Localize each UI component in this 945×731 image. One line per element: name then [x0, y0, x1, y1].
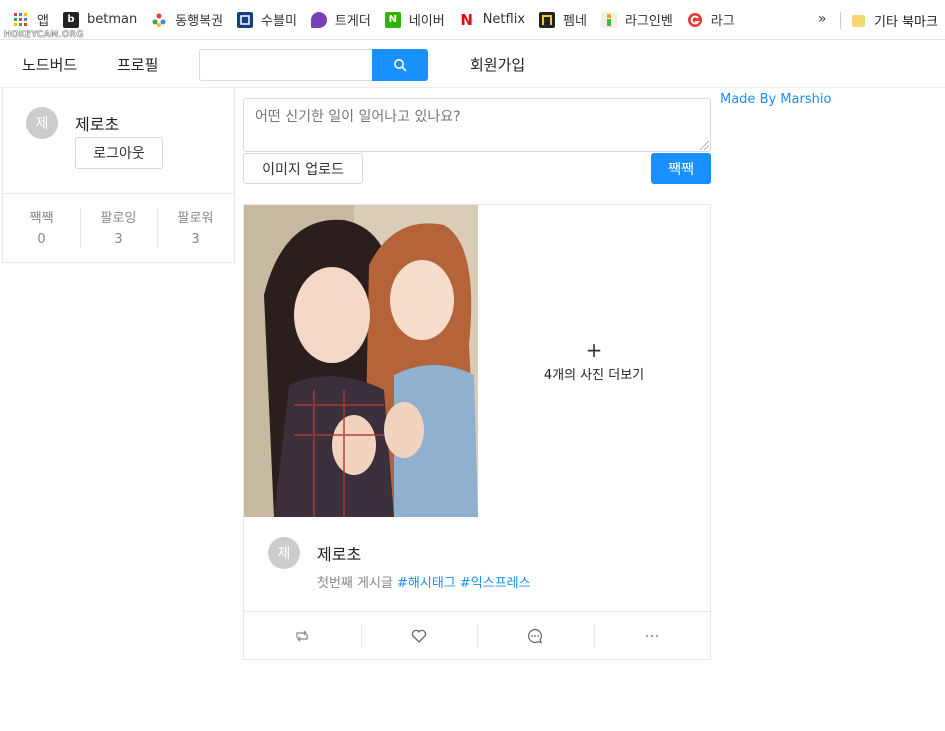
bookmark-label: 수블미 — [261, 14, 297, 29]
post-submit-button[interactable]: 짹짹 — [651, 153, 711, 184]
apps-grid-icon — [13, 12, 29, 28]
like-button[interactable] — [360, 612, 478, 659]
logout-button[interactable]: 로그아웃 — [75, 137, 163, 169]
avatar: 제 — [26, 107, 58, 139]
folder-icon — [852, 14, 865, 27]
image-upload-button[interactable]: 이미지 업로드 — [243, 153, 363, 184]
heart-icon — [411, 629, 426, 643]
post-author: 제로초 — [317, 545, 362, 564]
fmkorea-icon — [539, 11, 556, 28]
stat-label: 짹짹 — [29, 211, 54, 226]
hashtag-link[interactable]: #익스프레스 — [460, 576, 531, 591]
post-text: 첫번째 게시글 — [317, 576, 398, 591]
bookmark-ragnarok[interactable]: 라그 — [687, 10, 735, 29]
netflix-icon: N — [460, 10, 473, 29]
betman-icon: b — [62, 11, 79, 28]
post-actions — [244, 611, 710, 659]
bookmark-naver[interactable]: N 네이버 — [384, 10, 445, 29]
watermark: HOKEYCAM.ORG — [4, 30, 84, 40]
bookmark-twitch[interactable]: 트게더 — [310, 10, 371, 29]
other-bookmarks-label: 기타 북마크 — [874, 15, 938, 30]
bookmarks-overflow-button[interactable]: » — [818, 11, 827, 27]
stat-posts[interactable]: 짹짹 0 — [3, 194, 80, 263]
stat-label: 팔로잉 — [100, 211, 137, 226]
search-icon — [394, 59, 407, 72]
profile-card: 제 제로초 로그아웃 짹짹 0 팔로잉 3 팔로워 3 — [2, 88, 235, 263]
more-options-button[interactable] — [593, 612, 711, 659]
textarea-resize-handle[interactable] — [700, 141, 709, 150]
nav-signup-link[interactable]: 회원가입 — [470, 54, 525, 75]
more-photos-label: 4개의 사진 더보기 — [543, 367, 645, 383]
other-bookmarks[interactable]: 기타 북마크 — [852, 11, 938, 30]
bookmark-betman[interactable]: b betman — [62, 11, 138, 28]
search-button[interactable] — [372, 49, 428, 81]
stat-value: 0 — [37, 232, 46, 247]
twitch-icon — [310, 11, 327, 28]
bookmarks-divider — [840, 12, 841, 29]
retweet-icon — [296, 630, 308, 641]
lottery-icon — [151, 12, 167, 28]
naver-icon: N — [384, 11, 401, 28]
bookmark-sublime[interactable]: 수블미 — [237, 10, 297, 29]
bookmarks-bar: 앱 b betman 동행복권 수블미 트게더 N 네이버 N Netflix … — [0, 0, 945, 40]
bookmark-apps[interactable]: 앱 — [13, 10, 49, 29]
bookmark-label: 트게더 — [334, 14, 371, 29]
top-nav: 노드버드 프로필 회원가입 — [0, 40, 945, 88]
bookmark-label: Netflix — [482, 12, 526, 27]
avatar[interactable]: 제 — [268, 537, 300, 569]
comment-button[interactable] — [477, 612, 594, 659]
bookmark-label: 라그인벤 — [624, 14, 673, 29]
stat-value: 3 — [191, 232, 200, 247]
bookmark-label: 펨네 — [563, 14, 587, 29]
post-photo[interactable] — [244, 205, 478, 517]
bookmark-fmkorea[interactable]: 펨네 — [539, 10, 587, 29]
stat-value: 3 — [114, 232, 123, 247]
sublime-icon — [237, 11, 254, 28]
bookmark-label: 네이버 — [408, 14, 445, 29]
bookmark-label: 동행복권 — [175, 14, 224, 29]
bookmark-label: 라그 — [710, 14, 735, 29]
hashtag-link[interactable]: #해시태그 — [397, 576, 456, 591]
plus-icon: + — [585, 337, 603, 362]
search-input[interactable] — [199, 49, 373, 81]
nav-profile-link[interactable]: 프로필 — [117, 54, 158, 75]
ragnarok-icon — [687, 12, 703, 28]
nav-home-link[interactable]: 노드버드 — [22, 54, 77, 75]
bookmark-lottery[interactable]: 동행복권 — [151, 10, 223, 29]
bookmark-netflix[interactable]: N Netflix — [459, 10, 526, 29]
profile-stats: 짹짹 0 팔로잉 3 팔로워 3 — [3, 193, 234, 263]
post-textarea[interactable] — [243, 98, 711, 152]
retweet-button[interactable] — [244, 612, 361, 659]
post-card: + 4개의 사진 더보기 제 제로초 첫번째 게시글 #해시태그 #익스프레스 — [243, 204, 711, 660]
inven-icon — [600, 11, 617, 28]
bookmark-label: betman — [86, 12, 138, 27]
post-content: 첫번째 게시글 #해시태그 #익스프레스 — [317, 572, 531, 591]
more-photos-button[interactable]: + 4개의 사진 더보기 — [478, 205, 710, 517]
profile-nickname: 제로초 — [75, 115, 120, 134]
stat-label: 팔로워 — [177, 211, 214, 226]
comment-icon — [528, 628, 543, 643]
bookmark-inven[interactable]: 라그인벤 — [600, 10, 673, 29]
stat-following[interactable]: 팔로잉 3 — [80, 194, 157, 263]
ellipsis-icon — [645, 634, 658, 637]
stat-followers[interactable]: 팔로워 3 — [157, 194, 234, 263]
bookmark-label: 앱 — [37, 14, 49, 29]
made-by-link[interactable]: Made By Marshio — [720, 92, 831, 107]
